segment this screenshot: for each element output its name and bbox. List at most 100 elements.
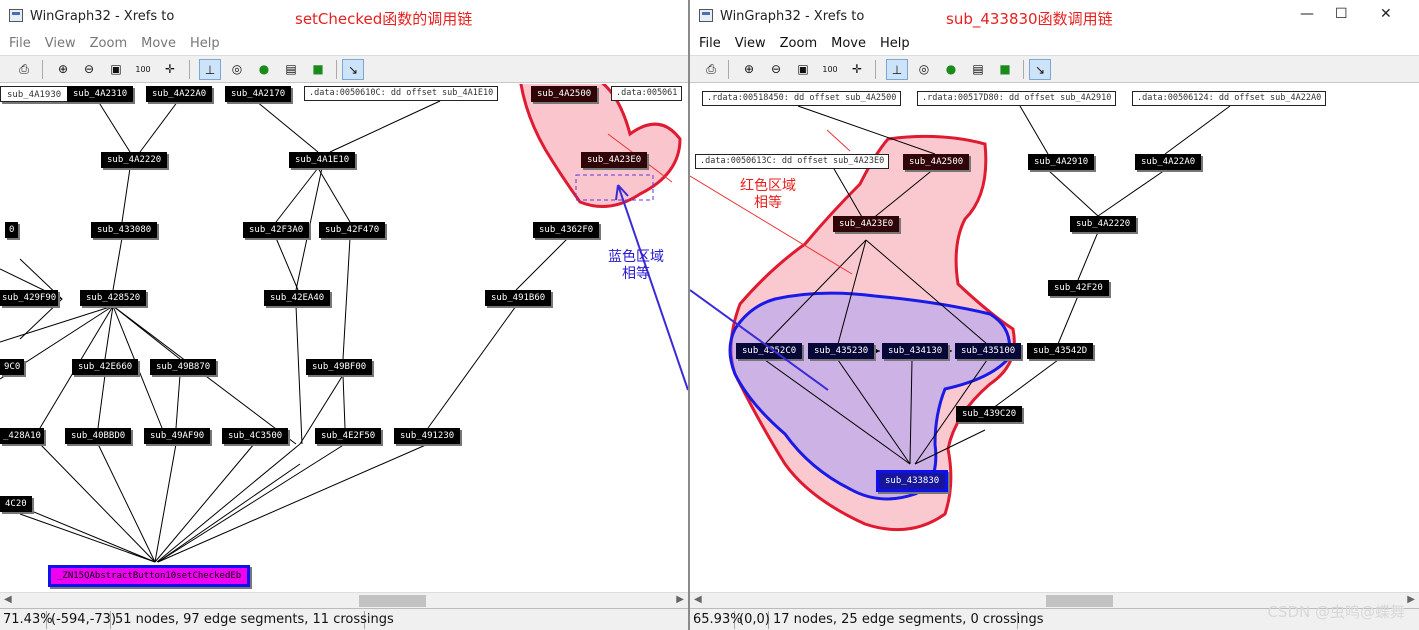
- scroll-left-icon[interactable]: ◀: [694, 594, 702, 605]
- data-node[interactable]: .data:0050613C: dd offset sub_4A23E0: [695, 154, 890, 169]
- globe-icon[interactable]: ◎: [226, 59, 248, 80]
- close-button[interactable]: ✕: [1380, 6, 1414, 22]
- graph-node[interactable]: sub_42F470: [319, 222, 386, 238]
- menu-view[interactable]: View: [45, 33, 76, 55]
- zoom-out-icon[interactable]: ⊖: [765, 59, 787, 80]
- scroll-right-icon[interactable]: ▶: [1407, 594, 1415, 605]
- graph-node[interactable]: sub_4A2170: [225, 86, 292, 102]
- maximize-button[interactable]: ☐: [1335, 6, 1370, 22]
- data-node[interactable]: .rdata:00517D80: dd offset sub_4A2910: [917, 91, 1117, 106]
- graph-canvas[interactable]: .rdata:00518450: dd offset sub_4A2500 .r…: [690, 84, 1419, 608]
- graph-node[interactable]: sub_435230: [808, 343, 875, 359]
- move-icon[interactable]: ✛: [846, 59, 868, 80]
- graph-node[interactable]: sub_4E2F50: [315, 428, 382, 444]
- graph-node[interactable]: sub_4352C0: [736, 343, 803, 359]
- data-node[interactable]: .data:00506124: dd offset sub_4A22A0: [1132, 91, 1327, 106]
- move-icon[interactable]: ✛: [159, 59, 181, 80]
- data-node[interactable]: .data:0050610C: dd offset sub_4A1E10: [304, 86, 499, 101]
- graph-node[interactable]: 9C0: [0, 359, 25, 375]
- zoom-fit-icon[interactable]: ▣: [105, 59, 127, 80]
- graph-node[interactable]: sub_4C3500: [222, 428, 289, 444]
- graph-node[interactable]: sub_491230: [394, 428, 461, 444]
- scrollbar-thumb[interactable]: [1046, 595, 1113, 607]
- status-zoom: 65.93%: [690, 611, 743, 629]
- title-bar[interactable]: WinGraph32 - Xrefs to sub_433830函数调用链 — …: [690, 0, 1419, 32]
- menu-zoom[interactable]: Zoom: [780, 33, 817, 55]
- graph-node[interactable]: sub_42EA40: [264, 290, 331, 306]
- graph-node[interactable]: sub_4A23E0: [833, 216, 900, 232]
- graph-node[interactable]: 4C20: [0, 496, 32, 512]
- scroll-right-icon[interactable]: ▶: [676, 594, 684, 605]
- green-arrow-icon[interactable]: ■: [994, 59, 1016, 80]
- graph-node[interactable]: sub_4A2310: [67, 86, 134, 102]
- graph-node[interactable]: sub_42F20: [1048, 280, 1109, 296]
- zoom-in-icon[interactable]: ⊕: [738, 59, 760, 80]
- print-icon[interactable]: ⎙: [700, 59, 722, 80]
- graph-node[interactable]: sub_435100: [955, 343, 1022, 359]
- graph-canvas[interactable]: sub_4A1930 sub_4A2310 sub_4A22A0 sub_4A2…: [0, 84, 688, 608]
- graph-node[interactable]: 0: [5, 222, 19, 238]
- target-function-node[interactable]: sub_433830: [876, 470, 949, 492]
- graph-node[interactable]: sub_439C20: [956, 406, 1023, 422]
- green-arrow-icon[interactable]: ■: [307, 59, 329, 80]
- graph-node[interactable]: sub_429F90: [0, 290, 59, 306]
- graph-node[interactable]: sub_42E660: [72, 359, 139, 375]
- pointer-icon[interactable]: ↘: [342, 59, 364, 80]
- title-bar[interactable]: WinGraph32 - Xrefs to setChecked函数的调用链: [0, 0, 688, 32]
- graph-node[interactable]: sub_4A2220: [101, 152, 168, 168]
- frame-icon[interactable]: ▤: [967, 59, 989, 80]
- minimize-button[interactable]: —: [1300, 6, 1336, 22]
- layout-icon[interactable]: ⊥: [886, 59, 908, 80]
- annotation-title: setChecked函数的调用链: [295, 10, 473, 28]
- menu-help[interactable]: Help: [190, 33, 220, 55]
- graph-node[interactable]: sub_491B60: [485, 290, 552, 306]
- graph-node[interactable]: sub_4A1E10: [289, 152, 356, 168]
- graph-node[interactable]: sub_4A22A0: [146, 86, 213, 102]
- layout-icon[interactable]: ⊥: [199, 59, 221, 80]
- menu-file[interactable]: File: [699, 33, 721, 55]
- graph-node[interactable]: sub_49BF00: [306, 359, 373, 375]
- print-icon[interactable]: ⎙: [13, 59, 35, 80]
- status-info: 17 nodes, 25 edge segments, 0 crossings: [770, 611, 1044, 629]
- graph-node[interactable]: sub_4A2500: [531, 86, 598, 102]
- pointer-icon[interactable]: ↘: [1029, 59, 1051, 80]
- frame-icon[interactable]: ▤: [280, 59, 302, 80]
- menu-help[interactable]: Help: [880, 33, 910, 55]
- menu-file[interactable]: File: [9, 33, 31, 55]
- globe-icon[interactable]: ◎: [913, 59, 935, 80]
- scroll-left-icon[interactable]: ◀: [4, 594, 12, 605]
- zoom-fit-icon[interactable]: ▣: [792, 59, 814, 80]
- graph-node[interactable]: sub_4A22A0: [1135, 154, 1202, 170]
- graph-node[interactable]: sub_433080: [91, 222, 158, 238]
- menu-move[interactable]: Move: [831, 33, 866, 55]
- graph-node[interactable]: sub_42F3A0: [243, 222, 310, 238]
- graph-node[interactable]: _428A10: [0, 428, 44, 444]
- scrollbar-thumb[interactable]: [359, 595, 426, 607]
- graph-node[interactable]: sub_40BBD0: [65, 428, 132, 444]
- graph-node[interactable]: sub_49AF90: [144, 428, 211, 444]
- green-circle-icon[interactable]: ●: [253, 59, 275, 80]
- graph-node[interactable]: sub_428520: [80, 290, 147, 306]
- menu-view[interactable]: View: [735, 33, 766, 55]
- zoom-in-icon[interactable]: ⊕: [52, 59, 74, 80]
- green-circle-icon[interactable]: ●: [940, 59, 962, 80]
- zoom-100-icon[interactable]: 100: [819, 59, 841, 80]
- menu-zoom[interactable]: Zoom: [90, 33, 127, 55]
- graph-node[interactable]: sub_434130: [882, 343, 949, 359]
- zoom-100-icon[interactable]: 100: [132, 59, 154, 80]
- horizontal-scrollbar[interactable]: ◀ ▶: [0, 592, 688, 608]
- menu-move[interactable]: Move: [141, 33, 176, 55]
- graph-node[interactable]: sub_49B870: [150, 359, 217, 375]
- graph-node[interactable]: sub_4A2500: [903, 154, 970, 170]
- graph-node[interactable]: sub_4A23E0: [581, 152, 648, 168]
- graph-node[interactable]: sub_4A2220: [1070, 216, 1137, 232]
- zoom-out-icon[interactable]: ⊖: [78, 59, 100, 80]
- graph-node[interactable]: sub_4A1930: [0, 86, 69, 102]
- graph-node[interactable]: sub_4A2910: [1028, 154, 1095, 170]
- data-node[interactable]: .rdata:00518450: dd offset sub_4A2500: [702, 91, 902, 106]
- data-node[interactable]: .data:005061: [611, 86, 683, 101]
- status-coords: (0,0): [736, 611, 770, 629]
- target-function-node[interactable]: _ZN15QAbstractButton10setCheckedEb: [48, 565, 251, 587]
- graph-node[interactable]: sub_43542D: [1027, 343, 1094, 359]
- graph-node[interactable]: sub_4362F0: [533, 222, 600, 238]
